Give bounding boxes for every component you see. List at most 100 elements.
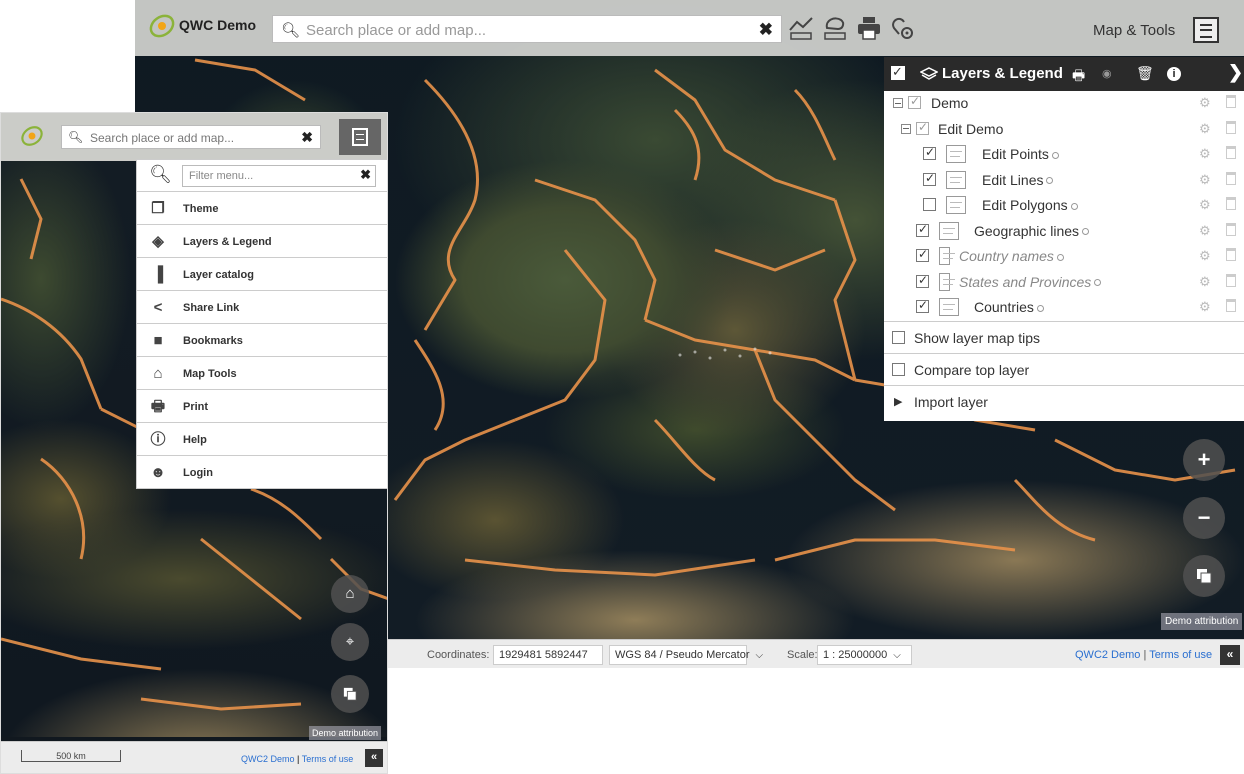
compare-top-layer-checkbox[interactable]	[892, 362, 905, 376]
import-layer-option[interactable]: ▶ Import layer	[884, 384, 1244, 417]
layer-row-edit-points[interactable]: Edit Points ⚙	[884, 142, 1244, 168]
clear-search-button[interactable]: ✖	[301, 129, 313, 146]
layer-settings-gear-icon[interactable]: ⚙	[1199, 95, 1211, 111]
menu-item-print[interactable]: 🖶︎ Print	[137, 390, 387, 423]
clear-filter-button[interactable]: ✖	[360, 167, 371, 183]
layer-info-icon[interactable]	[1051, 151, 1059, 159]
filter-menu-input[interactable]: Filter menu...	[182, 165, 376, 187]
layer-row-edit-polygons[interactable]: Edit Polygons ⚙	[884, 193, 1244, 219]
layer-delete-icon[interactable]	[1226, 222, 1236, 236]
layer-label: Edit Polygons	[982, 197, 1078, 213]
map-attribution[interactable]: Demo attribution	[309, 726, 382, 740]
menu-item-layer-catalog[interactable]: ▐ Layer catalog	[137, 258, 387, 291]
layers-legend-panel: Layers & Legend 🖶︎ ◉ 🗑︎ i ❯ Demo ⚙ Edit …	[884, 57, 1244, 421]
menu-item-layers-legend[interactable]: ◈ Layers & Legend	[137, 225, 387, 258]
collapse-icon[interactable]	[901, 123, 911, 134]
menu-item-share-link[interactable]: < Share Link	[137, 291, 387, 324]
layer-settings-gear-icon[interactable]: ⚙	[1199, 299, 1211, 315]
map-attribution[interactable]: Demo attribution	[1161, 613, 1243, 630]
layer-row-edit-lines[interactable]: Edit Lines ⚙	[884, 168, 1244, 194]
qwc2-demo-link[interactable]: QWC2 Demo	[241, 754, 295, 764]
redlining-icon[interactable]	[821, 14, 849, 42]
print-legend-icon[interactable]: 🖶︎	[1072, 65, 1085, 89]
layer-settings-gear-icon[interactable]: ⚙	[1199, 248, 1211, 264]
layer-checkbox[interactable]	[908, 94, 921, 109]
coordinates-field[interactable]: 1929481 5892447	[493, 645, 603, 665]
layer-settings-gear-icon[interactable]: ⚙	[1199, 121, 1211, 137]
search-input[interactable]: 🔍︎ Search place or add map... ✖	[272, 15, 782, 43]
layer-checkbox[interactable]	[916, 273, 929, 288]
layer-checkbox[interactable]	[923, 145, 936, 160]
layer-delete-icon[interactable]	[1226, 95, 1236, 108]
layer-delete-icon[interactable]	[1226, 299, 1236, 312]
show-map-tips-checkbox[interactable]	[892, 330, 905, 344]
layer-settings-gear-icon[interactable]: ⚙	[1199, 172, 1211, 188]
menu-item-bookmarks[interactable]: ■ Bookmarks	[137, 324, 387, 357]
layer-delete-icon[interactable]	[1226, 171, 1236, 185]
crs-select[interactable]: WGS 84 / Pseudo Mercator ⌵	[609, 645, 763, 665]
layer-row-edit-demo[interactable]: Edit Demo ⚙	[884, 117, 1244, 143]
qwc-logo-icon	[21, 126, 43, 146]
layer-info-icon[interactable]	[1046, 177, 1054, 185]
collapse-icon[interactable]	[893, 98, 903, 108]
map-tools-label[interactable]: Map & Tools	[1093, 22, 1175, 39]
layer-delete-icon[interactable]	[1226, 120, 1236, 134]
layer-checkbox[interactable]	[923, 171, 936, 186]
layer-delete-icon[interactable]	[1226, 197, 1236, 210]
measure-icon[interactable]	[787, 14, 815, 42]
info-icon[interactable]: i	[1167, 67, 1181, 81]
layer-row-demo[interactable]: Demo ⚙	[884, 91, 1244, 117]
layer-settings-gear-icon[interactable]: ⚙	[1199, 223, 1211, 239]
menu-item-help[interactable]: ⓘ Help	[137, 423, 387, 456]
collapse-panel-chevron-icon[interactable]: ❯	[1228, 62, 1243, 83]
layer-delete-icon[interactable]	[1226, 273, 1236, 287]
menu-item-map-tools[interactable]: ⌂ Map Tools	[137, 357, 387, 390]
layer-settings-gear-icon[interactable]: ⚙	[1199, 274, 1211, 290]
menu-item-login[interactable]: ☻ Login	[137, 456, 387, 489]
zoom-in-button[interactable]: +	[1183, 439, 1225, 481]
delete-layers-icon[interactable]: 🗑︎	[1136, 65, 1154, 82]
locate-icon[interactable]	[890, 14, 918, 42]
mobile-search-input[interactable]: 🔍︎ Search place or add map... ✖	[61, 125, 321, 149]
layer-info-icon[interactable]	[1082, 228, 1090, 236]
map-tools-menu-button[interactable]	[1193, 17, 1219, 43]
clear-search-button[interactable]: ✖	[759, 20, 773, 40]
layer-info-icon[interactable]	[1056, 253, 1064, 261]
layer-checkbox[interactable]	[916, 222, 929, 237]
home-button[interactable]: ⌂	[331, 575, 369, 613]
print-toolbar-icon[interactable]	[855, 14, 883, 42]
layer-checkbox[interactable]	[923, 198, 936, 211]
collapse-footer-button[interactable]: «	[365, 749, 383, 767]
layer-settings-gear-icon[interactable]: ⚙	[1199, 146, 1211, 162]
layer-info-icon[interactable]	[1094, 279, 1102, 287]
layer-settings-gear-icon[interactable]: ⚙	[1199, 197, 1211, 213]
mobile-menu-button[interactable]	[339, 119, 381, 155]
layer-row-country-names[interactable]: Country names ⚙	[884, 244, 1244, 270]
layer-delete-icon[interactable]	[1226, 248, 1236, 261]
background-switcher-button[interactable]	[1183, 555, 1225, 597]
layer-row-geographic-lines[interactable]: Geographic lines ⚙	[884, 219, 1244, 245]
layer-info-icon[interactable]	[1070, 202, 1078, 210]
show-map-tips-option[interactable]: Show layer map tips	[884, 320, 1244, 353]
layer-row-states-provinces[interactable]: States and Provinces ⚙	[884, 270, 1244, 296]
terms-of-use-link[interactable]: Terms of use	[302, 754, 354, 764]
compare-top-layer-option[interactable]: Compare top layer	[884, 352, 1244, 385]
scale-select[interactable]: 1 : 25000000 ⌵	[817, 645, 912, 665]
zoom-out-button[interactable]: −	[1183, 497, 1225, 539]
collapse-footer-button[interactable]: «	[1220, 645, 1240, 665]
locate-button[interactable]: ⌖	[331, 623, 369, 661]
chevron-down-icon: ⌵	[893, 650, 901, 661]
terms-of-use-link[interactable]: Terms of use	[1149, 649, 1212, 661]
visibility-icon[interactable]: ◉	[1102, 67, 1112, 80]
layer-checkbox[interactable]	[916, 298, 929, 313]
layer-checkbox[interactable]	[916, 120, 929, 135]
layer-info-icon[interactable]	[1036, 304, 1044, 312]
menu-item-theme[interactable]: ❐ Theme	[137, 192, 387, 225]
background-switcher-button[interactable]	[331, 675, 369, 713]
toggle-all-layers-checkbox[interactable]	[891, 64, 905, 80]
layer-delete-icon[interactable]	[1226, 146, 1236, 159]
search-icon: 🔍︎	[68, 130, 84, 144]
layer-checkbox[interactable]	[916, 247, 929, 262]
layer-row-countries[interactable]: Countries ⚙	[884, 295, 1244, 321]
qwc2-demo-link[interactable]: QWC2 Demo	[1075, 649, 1140, 661]
